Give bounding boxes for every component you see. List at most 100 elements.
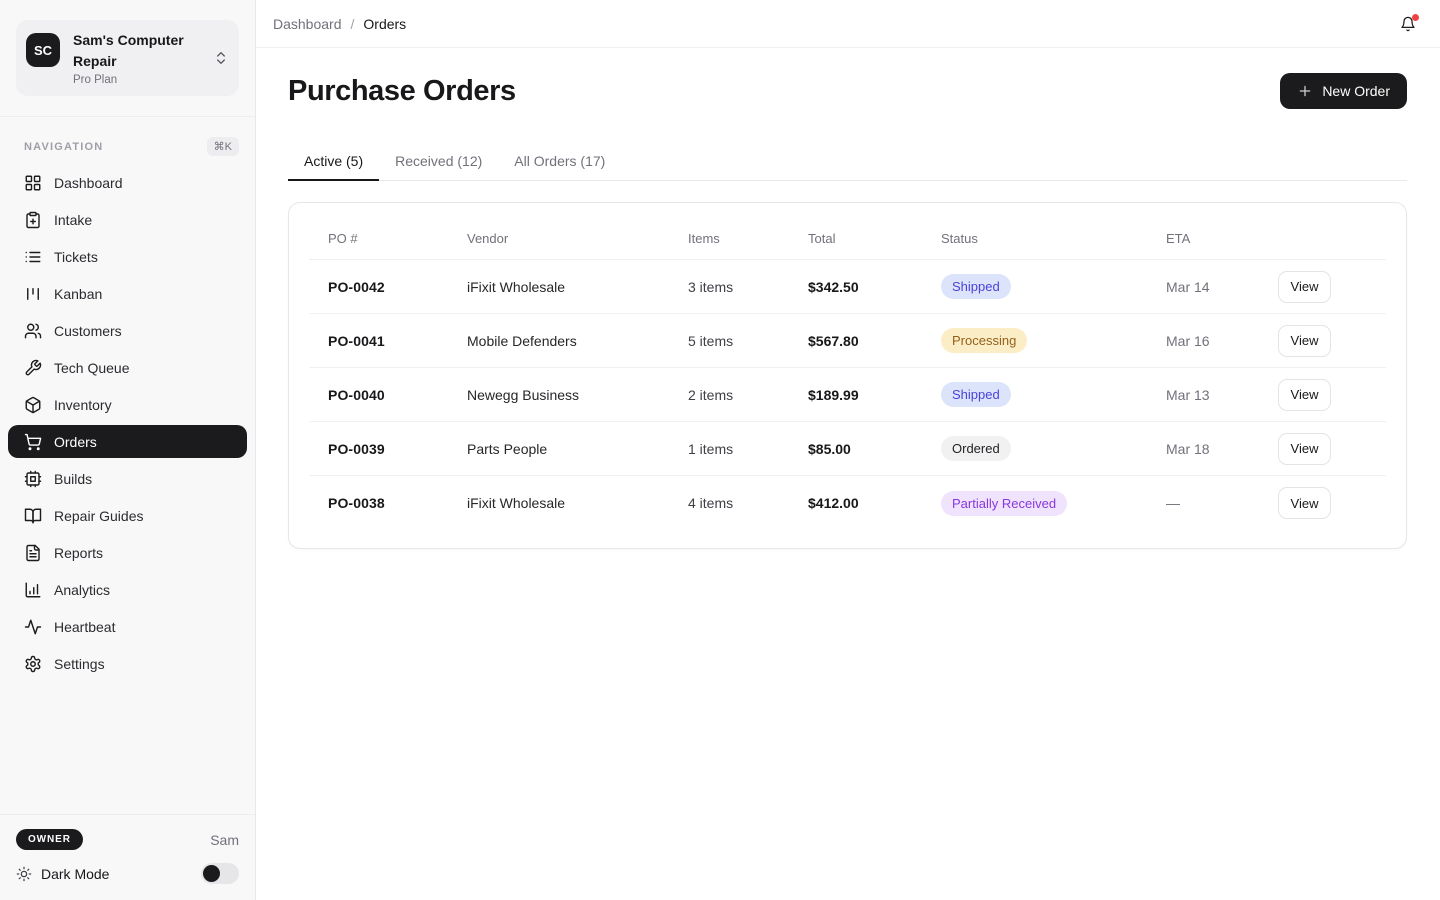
status-badge: Shipped [941,274,1011,299]
table-body: PO-0042iFixit Wholesale3 items$342.50Shi… [309,260,1386,530]
workspace-switcher[interactable]: SC Sam's Computer Repair Pro Plan [16,20,239,96]
status-badge: Partially Received [941,491,1067,516]
nav-section-label: NAVIGATION [24,141,103,153]
view-order-button[interactable]: View [1278,325,1331,357]
gear-icon [24,655,42,673]
sidebar-item-tickets[interactable]: Tickets [8,240,247,273]
sidebar-item-label: Customers [54,323,122,339]
tab-2[interactable]: All Orders (17) [498,141,621,180]
sidebar-item-dashboard[interactable]: Dashboard [8,166,247,199]
sidebar-item-label: Inventory [54,397,112,413]
page-title: Purchase Orders [288,75,516,108]
users-icon [24,322,42,340]
notifications-button[interactable] [1390,6,1426,42]
sidebar-item-heartbeat[interactable]: Heartbeat [8,610,247,643]
item-count: 2 items [688,387,808,403]
sidebar-item-customers[interactable]: Customers [8,314,247,347]
table-row: PO-0041Mobile Defenders5 items$567.80Pro… [309,314,1386,368]
sun-icon [16,866,32,882]
vendor-name: iFixit Wholesale [467,495,688,511]
column-header: Items [688,231,808,246]
command-k-shortcut[interactable]: ⌘K [207,137,239,156]
item-count: 1 items [688,441,808,457]
sidebar-footer: OWNER Sam Dark Mode [0,814,255,900]
po-number: PO-0038 [309,495,467,511]
view-order-button[interactable]: View [1278,271,1331,303]
tab-0[interactable]: Active (5) [288,141,379,180]
notification-dot [1412,14,1419,21]
workspace-name: Sam's Computer Repair [73,30,200,72]
tab-1[interactable]: Received (12) [379,141,498,180]
sidebar-item-orders[interactable]: Orders [8,425,247,458]
breadcrumb-separator: / [351,16,355,32]
view-order-button[interactable]: View [1278,379,1331,411]
shopping-cart-icon [24,433,42,451]
eta-date: Mar 16 [1166,333,1278,349]
nav-header: NAVIGATION ⌘K [0,117,255,166]
item-count: 5 items [688,333,808,349]
breadcrumb: Dashboard / Orders [273,16,406,32]
dark-mode-toggle[interactable] [201,863,239,884]
chevrons-up-down-icon [213,50,229,66]
breadcrumb-current: Orders [363,16,406,32]
sidebar-item-label: Builds [54,471,92,487]
po-number: PO-0039 [309,441,467,457]
nav-list: Dashboard Intake Tickets Kanban Customers Tec… [0,166,255,684]
workspace-plan: Pro Plan [73,74,200,86]
eta-date: Mar 13 [1166,387,1278,403]
page-content: Purchase Orders New Order Active (5)Rece… [256,48,1440,549]
package-icon [24,396,42,414]
vendor-name: Newegg Business [467,387,688,403]
main-area: Dashboard / Orders Purchase Orders New O… [256,0,1440,900]
table-row: PO-0042iFixit Wholesale3 items$342.50Shi… [309,260,1386,314]
sidebar-item-intake[interactable]: Intake [8,203,247,236]
sidebar-item-label: Heartbeat [54,619,115,635]
dark-mode-label: Dark Mode [41,866,109,882]
plus-icon [1297,83,1313,99]
sidebar-item-reports[interactable]: Reports [8,536,247,569]
sidebar: SC Sam's Computer Repair Pro Plan NAVIGA… [0,0,256,900]
status-badge: Ordered [941,436,1011,461]
order-total: $189.99 [808,387,941,403]
column-header: Status [941,231,1166,246]
vendor-name: Parts People [467,441,688,457]
cpu-icon [24,470,42,488]
toggle-knob [203,865,220,882]
sidebar-item-label: Kanban [54,286,102,302]
orders-table-card: PO #VendorItemsTotalStatusETA PO-0042iFi… [288,202,1407,549]
po-number: PO-0041 [309,333,467,349]
sidebar-item-analytics[interactable]: Analytics [8,573,247,606]
sidebar-item-repair-guides[interactable]: Repair Guides [8,499,247,532]
new-order-button[interactable]: New Order [1280,73,1407,109]
sidebar-item-kanban[interactable]: Kanban [8,277,247,310]
sidebar-item-builds[interactable]: Builds [8,462,247,495]
sidebar-item-label: Intake [54,212,92,228]
sidebar-item-label: Settings [54,656,105,672]
owner-role-badge: OWNER [16,829,83,850]
workspace-avatar: SC [26,33,60,67]
view-order-button[interactable]: View [1278,487,1331,519]
sidebar-item-tech-queue[interactable]: Tech Queue [8,351,247,384]
table-row: PO-0040Newegg Business2 items$189.99Ship… [309,368,1386,422]
order-total: $85.00 [808,441,941,457]
column-header: Vendor [467,231,688,246]
column-header: Total [808,231,941,246]
vendor-name: Mobile Defenders [467,333,688,349]
sidebar-item-label: Repair Guides [54,508,144,524]
workspace-text: Sam's Computer Repair Pro Plan [73,30,200,86]
grid-icon [24,174,42,192]
list-icon [24,248,42,266]
po-number: PO-0040 [309,387,467,403]
order-total: $412.00 [808,495,941,511]
bar-chart-icon [24,581,42,599]
breadcrumb-parent[interactable]: Dashboard [273,16,342,32]
view-order-button[interactable]: View [1278,433,1331,465]
sidebar-item-settings[interactable]: Settings [8,647,247,680]
sidebar-item-label: Reports [54,545,103,561]
table-row: PO-0039Parts People1 items$85.00OrderedM… [309,422,1386,476]
table-row: PO-0038iFixit Wholesale4 items$412.00Par… [309,476,1386,530]
workspace-section: SC Sam's Computer Repair Pro Plan [0,0,255,117]
file-text-icon [24,544,42,562]
eta-date: Mar 14 [1166,279,1278,295]
sidebar-item-inventory[interactable]: Inventory [8,388,247,421]
